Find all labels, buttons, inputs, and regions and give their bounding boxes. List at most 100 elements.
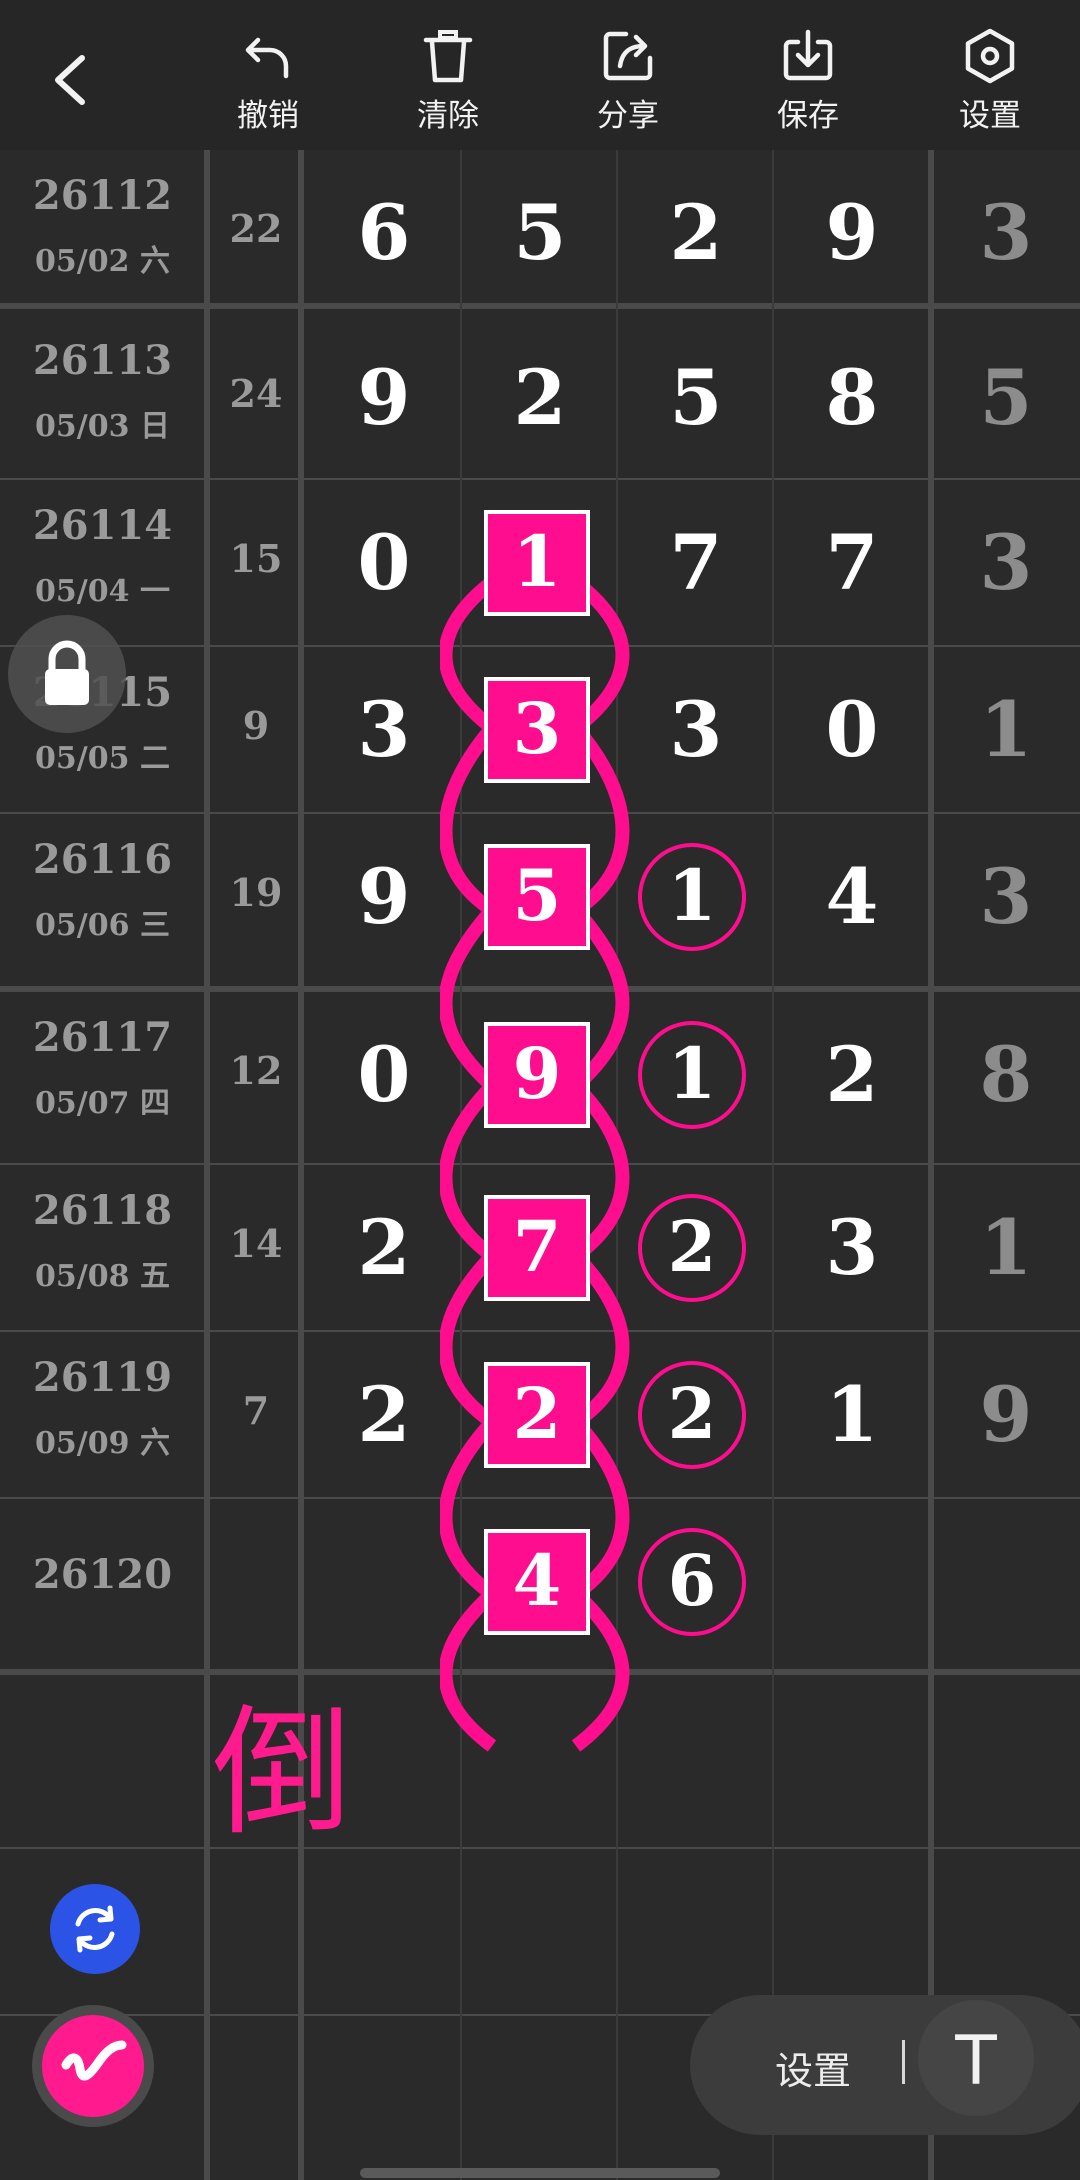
lottery-chart-grid[interactable]: 26112 05/02 六 22 6 5 2 9 3 26113 05/03 日 24 9 2 5 8 5 26… <box>0 150 1080 2180</box>
refresh-button[interactable] <box>50 1884 140 1974</box>
annotation-char: 倒 <box>212 1692 353 1855</box>
top-toolbar: 撤销 清除 分享 保存 设置 <box>0 0 1080 150</box>
issue-number: 26113 <box>32 337 173 384</box>
share-label: 分享 <box>597 98 659 134</box>
text-tool-glyph: T <box>954 2022 997 2101</box>
trailing-digit: 3 <box>979 188 1033 277</box>
back-button[interactable] <box>40 40 100 120</box>
trailing-digit: 3 <box>979 518 1033 607</box>
circled-digit: 6 <box>638 1528 746 1636</box>
digit-cell: 2 <box>513 353 567 442</box>
digit-cell: 7 <box>825 518 879 607</box>
issue-number: 26117 <box>32 1014 173 1061</box>
issue-number: 26119 <box>32 1354 173 1401</box>
save-button[interactable]: 保存 <box>748 20 868 140</box>
trash-icon <box>423 30 473 83</box>
digit-cell: 0 <box>825 685 879 774</box>
digit-cell: 5 <box>669 353 723 442</box>
sum-value: 24 <box>229 371 283 416</box>
refresh-icon <box>75 1905 115 1953</box>
trailing-digit: 1 <box>979 685 1033 774</box>
sum-value: 12 <box>229 1048 283 1093</box>
digit-cell: 2 <box>357 1370 411 1459</box>
issue-number: 26116 <box>32 836 173 883</box>
digit-cell: 2 <box>669 188 723 277</box>
draw-date: 05/04 一 <box>35 574 170 609</box>
share-button[interactable]: 分享 <box>568 20 688 140</box>
pen-stroke-icon <box>61 2040 127 2081</box>
digit-cell: 8 <box>825 353 879 442</box>
sum-value: 19 <box>229 870 283 915</box>
text-tool-icon: T <box>954 2022 997 2101</box>
draw-date: 05/07 四 <box>35 1086 170 1121</box>
issue-number: 26114 <box>32 502 173 549</box>
lock-icon <box>45 640 89 705</box>
digit-cell: 6 <box>357 188 411 277</box>
trailing-digit: 5 <box>979 353 1033 442</box>
trailing-digit: 8 <box>979 1030 1033 1119</box>
highlighted-digit: 4 <box>484 1529 590 1635</box>
digit-cell: 9 <box>825 188 879 277</box>
pen-tool-button[interactable] <box>42 2015 144 2117</box>
circled-digit: 2 <box>638 1361 746 1469</box>
settings-hexagon-icon <box>965 28 1015 84</box>
trailing-digit: 1 <box>979 1203 1033 1292</box>
digit-cell: 3 <box>669 685 723 774</box>
draw-date: 05/02 六 <box>35 244 170 279</box>
digit-cell: 0 <box>357 518 411 607</box>
settings-label: 设置 <box>959 98 1021 134</box>
table-row: 26113 05/03 日 24 9 2 5 8 5 <box>0 315 1080 482</box>
highlighted-digit: 2 <box>484 1362 590 1468</box>
text-tool-button[interactable]: T <box>918 2000 1034 2116</box>
draw-date: 05/05 二 <box>35 741 170 776</box>
digit-cell: 7 <box>669 518 723 607</box>
settings-button[interactable]: 设置 <box>930 20 1050 140</box>
digit-cell: 0 <box>357 1030 411 1119</box>
clear-label: 清除 <box>417 98 479 134</box>
highlighted-digit: 5 <box>484 844 590 950</box>
issue-number: 26112 <box>32 172 173 219</box>
digit-cell: 2 <box>357 1203 411 1292</box>
row-divider <box>0 1847 1080 1849</box>
sum-value: 15 <box>229 536 283 581</box>
highlighted-digit: 9 <box>484 1022 590 1128</box>
sum-value: 9 <box>242 703 270 748</box>
sum-value: 14 <box>229 1221 283 1266</box>
home-indicator <box>360 2168 720 2178</box>
draw-date: 05/09 六 <box>35 1426 170 1461</box>
save-label: 保存 <box>777 98 839 134</box>
issue-number: 26118 <box>32 1187 173 1234</box>
highlighted-digit: 3 <box>484 677 590 783</box>
circled-digit: 1 <box>638 1021 746 1129</box>
digit-cell: 4 <box>825 852 879 941</box>
digit-cell: 3 <box>825 1203 879 1292</box>
download-icon <box>783 29 833 81</box>
lock-button[interactable] <box>8 615 126 733</box>
sum-value: 7 <box>242 1388 270 1433</box>
circled-digit: 1 <box>638 843 746 951</box>
digit-cell: 2 <box>825 1030 879 1119</box>
chevron-left-icon <box>55 55 85 105</box>
highlighted-digit: 1 <box>484 510 590 616</box>
table-row: 26112 05/02 六 22 6 5 2 9 3 <box>0 150 1080 317</box>
digit-cell: 1 <box>825 1370 879 1459</box>
pill-separator <box>902 2040 905 2084</box>
trailing-digit: 9 <box>979 1370 1033 1459</box>
text-settings-label[interactable]: 设置 <box>775 2040 851 2095</box>
circled-digit: 2 <box>638 1194 746 1302</box>
draw-date: 05/08 五 <box>35 1259 170 1294</box>
undo-label: 撤销 <box>237 98 299 134</box>
digit-cell: 9 <box>357 852 411 941</box>
issue-number: 26120 <box>32 1551 173 1598</box>
digit-cell: 3 <box>357 685 411 774</box>
draw-date: 05/03 日 <box>35 409 170 444</box>
digit-cell: 5 <box>513 188 567 277</box>
undo-button[interactable]: 撤销 <box>208 20 328 140</box>
undo-icon <box>245 37 289 79</box>
clear-button[interactable]: 清除 <box>388 20 508 140</box>
sum-value: 22 <box>229 206 283 251</box>
highlighted-digit: 7 <box>484 1195 590 1301</box>
trailing-digit: 3 <box>979 852 1033 941</box>
draw-date: 05/06 三 <box>35 908 170 943</box>
share-icon <box>603 31 653 81</box>
